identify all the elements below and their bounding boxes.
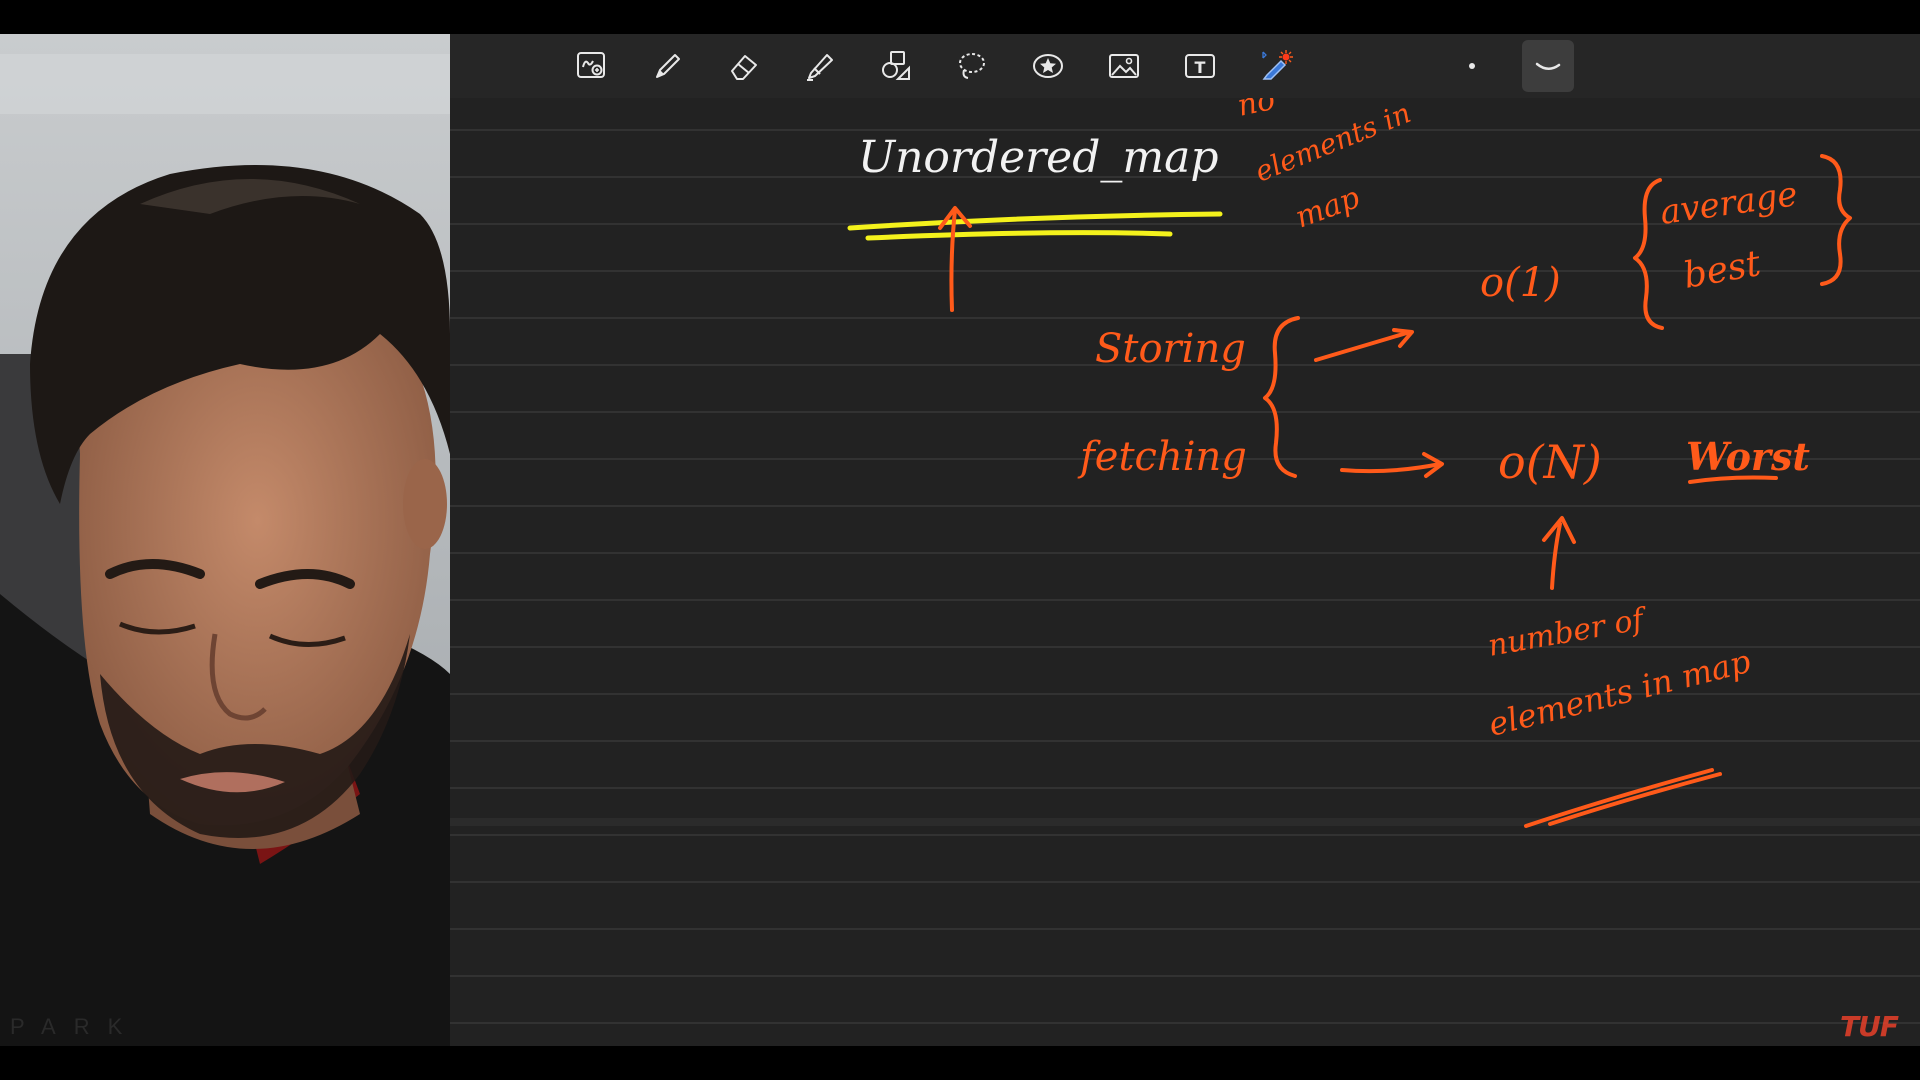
complexity-worst: o(N) <box>1498 435 1602 489</box>
highlighter-tool[interactable] <box>800 46 840 86</box>
presenter-video: PARK <box>0 34 450 1046</box>
bottom-letterbox <box>0 1046 1920 1080</box>
zoom-window-tool[interactable] <box>572 46 612 86</box>
n-arrow-shaft <box>1550 522 1562 590</box>
title-arrow-shaft <box>949 208 957 312</box>
yellow-highlight-1 <box>847 211 1223 231</box>
stroke-size-dot[interactable] <box>1452 46 1492 86</box>
pen-icon <box>656 54 680 78</box>
text-tool-glyph: T <box>1195 58 1206 77</box>
notes-canvas[interactable]: no elements in map Unordered_map Storing… <box>450 98 1920 1046</box>
laser-pointer-icon <box>1262 50 1293 80</box>
case-best: best <box>1680 243 1764 297</box>
complexity-best: o(1) <box>1480 260 1561 306</box>
lasso-icon <box>959 53 985 79</box>
top-fragment-1: no <box>1234 98 1278 124</box>
zoom-window-icon <box>577 52 605 78</box>
laser-pointer-tool[interactable] <box>1256 46 1296 86</box>
note-line-1: number of <box>1485 601 1651 664</box>
top-fragment-3: map <box>1291 180 1365 235</box>
yellow-highlight-2 <box>865 230 1173 241</box>
highlighter-icon <box>807 54 833 81</box>
image-icon <box>1109 54 1139 78</box>
eraser-icon <box>731 55 757 80</box>
sticker-tool[interactable] <box>1028 46 1068 86</box>
arrow-to-worst-shaft <box>1340 462 1442 474</box>
top-note-fragment: no elements in map <box>1234 98 1415 236</box>
notes-title: Unordered_map <box>858 132 1219 183</box>
image-tool[interactable] <box>1104 46 1144 86</box>
note-underline-2 <box>1548 772 1722 826</box>
note-underline-1 <box>1524 768 1714 828</box>
notes-app: T no elements in map Unordered_map Stori… <box>450 34 1920 1046</box>
shapes-tool[interactable] <box>876 46 916 86</box>
notes-toolbar: T <box>450 34 1920 98</box>
svg-text:PARK: PARK <box>10 1014 140 1039</box>
text-tool[interactable]: T <box>1180 46 1220 86</box>
arrow-to-best-shaft <box>1314 330 1412 362</box>
label-storing: Storing <box>1095 326 1246 372</box>
text-box-icon: T <box>1185 54 1215 78</box>
shapes-icon <box>882 51 910 80</box>
top-letterbox <box>0 0 1920 34</box>
curly-brace-case <box>1820 154 1852 286</box>
eraser-tool[interactable] <box>724 46 764 86</box>
stroke-style-button[interactable] <box>1522 40 1574 92</box>
star-sticker-icon <box>1033 54 1063 78</box>
webcam-feed: PARK <box>0 34 450 1046</box>
case-worst: Worst <box>1686 434 1810 479</box>
label-fetching: fetching <box>1077 434 1247 480</box>
pen-tool[interactable] <box>648 46 688 86</box>
lasso-tool[interactable] <box>952 46 992 86</box>
curly-brace-right <box>1263 316 1300 478</box>
dot-size-icon <box>1469 63 1475 69</box>
channel-watermark: TUF <box>1840 1010 1899 1043</box>
curve-stroke-icon <box>1535 62 1561 70</box>
page-break <box>450 818 1920 826</box>
